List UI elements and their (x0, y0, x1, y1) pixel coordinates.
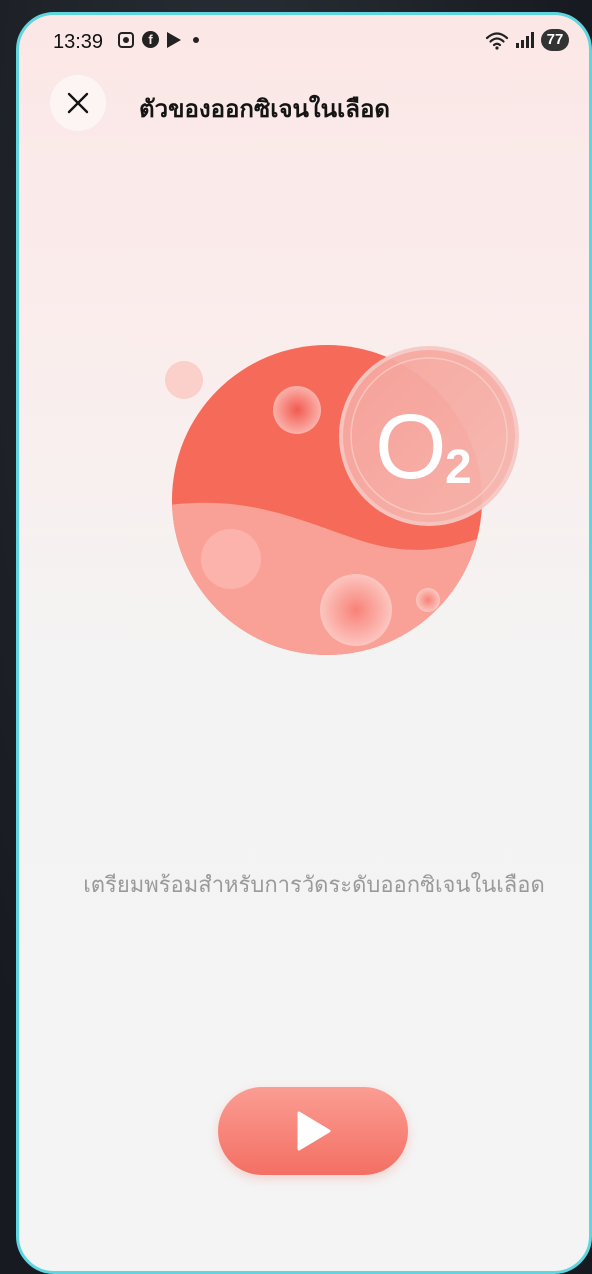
play-icon (297, 1111, 331, 1151)
system-icons: 77 (485, 29, 569, 51)
status-time: 13:39 (53, 31, 104, 53)
signal-icon (516, 32, 534, 48)
bubble (273, 386, 321, 434)
bubble (416, 588, 440, 612)
facebook-icon: f (142, 31, 159, 48)
wifi-icon (485, 32, 509, 50)
screenshot-icon (118, 31, 134, 48)
close-icon (67, 92, 89, 114)
notification-icons: f (118, 31, 199, 48)
small-bubble (165, 361, 203, 399)
phone-screen: 13:39 f 77 ตัวของออกซิเจนในเลือด O 2 เตร… (16, 12, 592, 1274)
header: ตัวของออกซิเจนในเลือด (19, 71, 589, 135)
battery-icon: 77 (541, 29, 569, 51)
measurement-prompt: เตรียมพร้อมสำหรับการวัดระดับออกซิเจนในเล… (83, 873, 545, 898)
notification-dot-icon (193, 36, 199, 43)
blood-oxygen-illustration: O 2 (165, 345, 519, 655)
status-bar: 13:39 f 77 (19, 15, 589, 71)
oxygen-subscript: 2 (445, 441, 472, 494)
bubble (201, 529, 261, 589)
oxygen-label: O (375, 396, 447, 498)
start-measurement-button[interactable] (218, 1087, 408, 1175)
close-button[interactable] (50, 75, 106, 131)
play-store-icon (167, 31, 181, 48)
page-title: ตัวของออกซิเจนในเลือด (139, 95, 390, 123)
bubble (320, 574, 392, 646)
